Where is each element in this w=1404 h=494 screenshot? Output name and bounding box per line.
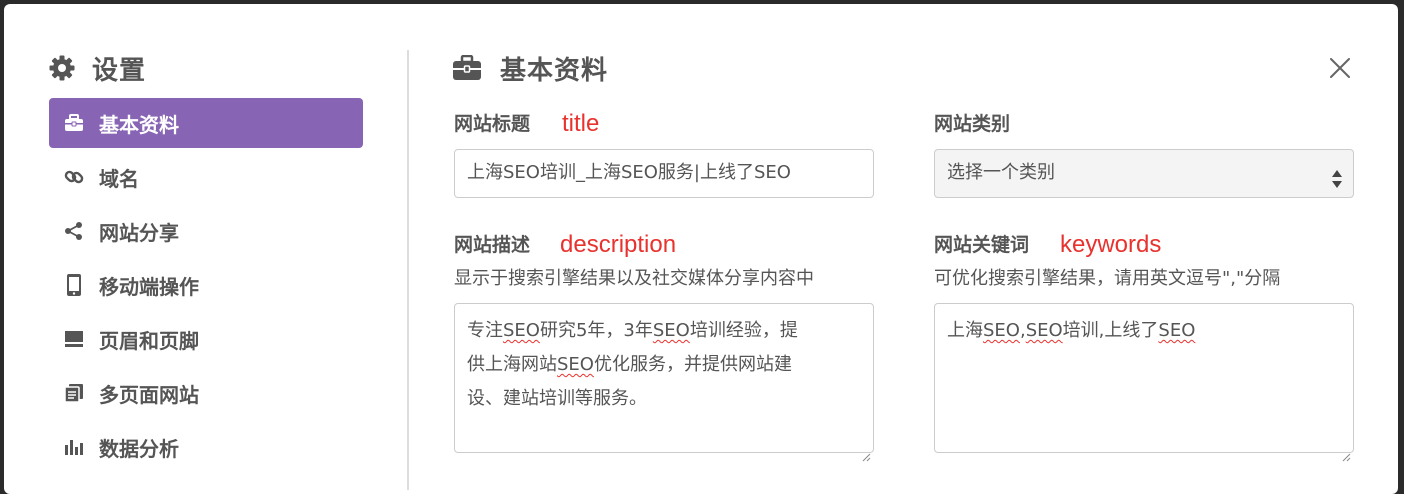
sidebar-divider [407, 50, 409, 490]
briefcase-icon [63, 112, 85, 134]
page-title: 基本资料 [500, 55, 609, 86]
sidebar-item-analytics[interactable]: 数据分析 [49, 422, 363, 472]
category-label: 网站类别 [934, 113, 1011, 135]
resize-handle-icon[interactable] [1341, 440, 1351, 462]
sidebar-item-label: 多页面网站 [99, 382, 199, 407]
link-icon [63, 166, 85, 188]
share-icon [63, 220, 85, 242]
sidebar-header: 设置 [48, 48, 146, 88]
keywords-textarea[interactable]: 上海SEO,SEO培训,上线了SEO [934, 303, 1354, 462]
sidebar-title: 设置 [92, 55, 147, 86]
sidebar-item-basic-info[interactable]: 基本资料 [49, 98, 363, 148]
site-title-label: 网站标题 [454, 113, 531, 135]
description-line: 专注SEO研究5年，3年SEO培训经验，提 [467, 320, 798, 341]
site-title-annotation: title [562, 110, 600, 137]
gear-icon [48, 54, 76, 82]
select-arrows-icon [1331, 162, 1343, 188]
description-label: 网站描述 [454, 234, 531, 256]
site-title-value: 上海SEO培训_上海SEO服务|上线了SEO [467, 162, 791, 183]
keywords-annotation: keywords [1060, 231, 1162, 258]
sidebar-item-label: 网站分享 [99, 220, 179, 245]
category-select[interactable]: 选择一个类别 [934, 149, 1354, 198]
briefcase-icon [452, 54, 484, 82]
basic-info-panel: 基本资料 网站标题 title 上海SEO培训_上海SEO服务|上线了SEO 网… [452, 4, 1372, 494]
sidebar-item-label: 数据分析 [99, 436, 179, 461]
settings-modal: 设置 基本资料 域名 网站分享 移动端操作 页眉和页脚 多页面网站 数据分析 基… [4, 4, 1398, 494]
description-annotation: description [560, 231, 677, 258]
sidebar-item-label: 域名 [99, 166, 139, 191]
keywords-value: 上海SEO,SEO培训,上线了SEO [947, 320, 1196, 341]
keywords-help-text: 可优化搜索引擎结果，请用英文逗号","分隔 [934, 268, 1281, 289]
sidebar-item-multipage[interactable]: 多页面网站 [49, 368, 363, 418]
keywords-label: 网站关键词 [934, 234, 1030, 256]
settings-menu: 基本资料 域名 网站分享 移动端操作 页眉和页脚 多页面网站 数据分析 [49, 98, 363, 476]
sidebar-item-header-footer[interactable]: 页眉和页脚 [49, 314, 363, 364]
category-selected-value: 选择一个类别 [947, 162, 1055, 183]
sidebar-item-mobile[interactable]: 移动端操作 [49, 260, 363, 310]
site-title-input[interactable]: 上海SEO培训_上海SEO服务|上线了SEO [454, 149, 874, 198]
pages-icon [63, 382, 85, 404]
header-footer-icon [63, 328, 85, 350]
description-textarea[interactable]: 专注SEO研究5年，3年SEO培训经验，提 供上海网站SEO优化服务，并提供网站… [454, 303, 874, 462]
sidebar-item-label: 页眉和页脚 [99, 328, 199, 353]
bar-chart-icon [63, 436, 85, 458]
sidebar-item-domain[interactable]: 域名 [49, 152, 363, 202]
sidebar-item-share[interactable]: 网站分享 [49, 206, 363, 256]
description-help-text: 显示于搜索引擎结果以及社交媒体分享内容中 [454, 268, 814, 289]
sidebar-item-label: 基本资料 [99, 112, 179, 137]
sidebar-item-label: 移动端操作 [99, 274, 199, 299]
description-line: 设、建站培训等服务。 [467, 388, 647, 409]
description-line: 供上海网站SEO优化服务，并提供网站建 [467, 354, 792, 375]
panel-header: 基本资料 [452, 48, 608, 88]
resize-handle-icon[interactable] [861, 440, 871, 462]
settings-sidebar: 设置 基本资料 域名 网站分享 移动端操作 页眉和页脚 多页面网站 数据分析 [4, 4, 410, 494]
close-icon[interactable] [1328, 56, 1352, 80]
mobile-icon [63, 274, 85, 296]
